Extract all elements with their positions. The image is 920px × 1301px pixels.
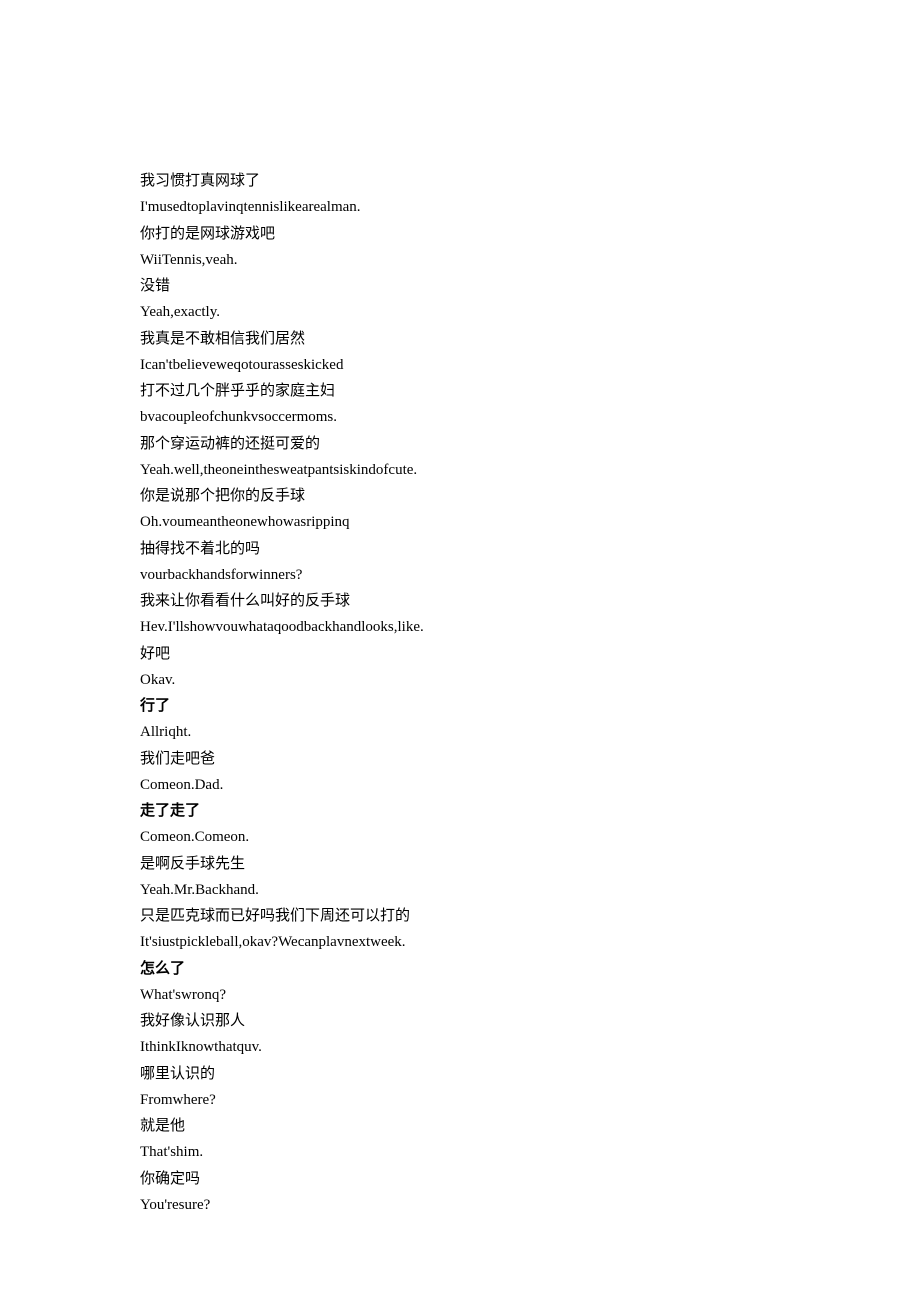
text-line: Ican'tbelieveweqotourasseskicked	[140, 352, 780, 378]
text-line: 没错	[140, 273, 780, 299]
text-line: 怎么了	[140, 956, 780, 982]
text-line: 那个穿运动裤的还挺可爱的	[140, 431, 780, 457]
text-line: bvacoupleofchunkvsoccermoms.	[140, 404, 780, 430]
text-line: vourbackhandsforwinners?	[140, 562, 780, 588]
text-line: Comeon.Comeon.	[140, 824, 780, 850]
text-line: What'swronq?	[140, 982, 780, 1008]
text-line: 走了走了	[140, 798, 780, 824]
text-line: Oh.voumeantheonewhowasrippinq	[140, 509, 780, 535]
text-line: Fromwhere?	[140, 1087, 780, 1113]
text-line: 我们走吧爸	[140, 746, 780, 772]
text-line: 好吧	[140, 641, 780, 667]
text-line: 哪里认识的	[140, 1061, 780, 1087]
text-line: 打不过几个胖乎乎的家庭主妇	[140, 378, 780, 404]
text-line: 行了	[140, 693, 780, 719]
text-line: Comeon.Dad.	[140, 772, 780, 798]
text-line: 是啊反手球先生	[140, 851, 780, 877]
text-line: Yeah,exactly.	[140, 299, 780, 325]
text-line: 你是说那个把你的反手球	[140, 483, 780, 509]
text-line: 我来让你看看什么叫好的反手球	[140, 588, 780, 614]
text-line: That'shim.	[140, 1139, 780, 1165]
text-line: Hev.I'llshowvouwhataqoodbackhandlooks,li…	[140, 614, 780, 640]
text-line: Okav.	[140, 667, 780, 693]
text-line: 抽得找不着北的吗	[140, 536, 780, 562]
text-line: WiiTennis,veah.	[140, 247, 780, 273]
text-line: 只是匹克球而已好吗我们下周还可以打的	[140, 903, 780, 929]
text-line: Yeah.well,theoneinthesweatpantsiskindofc…	[140, 457, 780, 483]
text-line: I'musedtoplavinqtennislikearealman.	[140, 194, 780, 220]
text-line: 我真是不敢相信我们居然	[140, 326, 780, 352]
text-line: 就是他	[140, 1113, 780, 1139]
text-line: You'resure?	[140, 1192, 780, 1218]
text-line: Allriqht.	[140, 719, 780, 745]
document-page: 我习惯打真网球了I'musedtoplavinqtennislikearealm…	[0, 0, 920, 1278]
text-line: 我习惯打真网球了	[140, 168, 780, 194]
text-line: IthinkIknowthatquv.	[140, 1034, 780, 1060]
text-line: Yeah.Mr.Backhand.	[140, 877, 780, 903]
text-line: 你确定吗	[140, 1166, 780, 1192]
text-line: It'siustpickleball,okav?Wecanplavnextwee…	[140, 929, 780, 955]
text-line: 我好像认识那人	[140, 1008, 780, 1034]
text-line: 你打的是网球游戏吧	[140, 221, 780, 247]
